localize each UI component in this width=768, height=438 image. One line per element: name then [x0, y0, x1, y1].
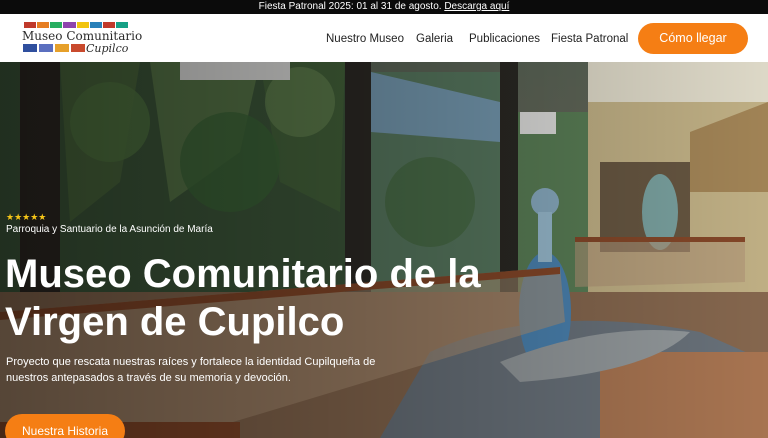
download-link[interactable]: Descarga aquí	[444, 1, 509, 12]
logo-subtitle: Cupilco	[86, 42, 129, 55]
como-llegar-button[interactable]: Cómo llegar	[638, 23, 748, 54]
logo-pattern	[24, 22, 128, 28]
hero-subtitle: Proyecto que rescata nuestras raíces y f…	[6, 356, 376, 384]
logo-square	[55, 44, 69, 52]
rating-stars: ★★★★★	[6, 212, 47, 222]
logo-pattern-segment	[37, 22, 50, 28]
hero-kicker: Parroquia y Santuario de la Asunción de …	[6, 224, 213, 235]
logo-pattern-segment	[76, 22, 89, 28]
logo-title: Museo Comunitario	[22, 29, 143, 43]
logo-pattern-segment	[102, 22, 115, 28]
hero-section: ★★★★★ Parroquia y Santuario de la Asunci…	[0, 62, 768, 438]
logo-square	[39, 44, 53, 52]
nav-item-nuestro-museo[interactable]: Nuestro Museo	[326, 33, 404, 45]
logo-squares	[23, 44, 85, 52]
hero-title: Museo Comunitario de la Virgen de Cupilc…	[5, 252, 481, 344]
logo-pattern-segment	[115, 22, 128, 28]
logo-square	[71, 44, 85, 52]
nav-item-fiesta-patronal[interactable]: Fiesta Patronal	[551, 33, 628, 45]
nuestra-historia-button[interactable]: Nuestra Historia	[5, 414, 125, 438]
logo-pattern-segment	[50, 22, 63, 28]
logo-pattern-segment	[89, 22, 102, 28]
announcement-bar: Fiesta Patronal 2025: 01 al 31 de agosto…	[0, 0, 768, 14]
logo-pattern-segment	[24, 22, 37, 28]
logo-square	[23, 44, 37, 52]
logo-pattern-segment	[63, 22, 76, 28]
site-header: Museo Comunitario Cupilco Nuestro Museo …	[0, 14, 768, 62]
nav-item-publicaciones[interactable]: Publicaciones	[469, 33, 540, 45]
announcement-text: Fiesta Patronal 2025: 01 al 31 de agosto…	[258, 1, 442, 12]
nav-item-galeria[interactable]: Galeria	[416, 33, 453, 45]
site-logo[interactable]: Museo Comunitario Cupilco	[22, 22, 142, 55]
